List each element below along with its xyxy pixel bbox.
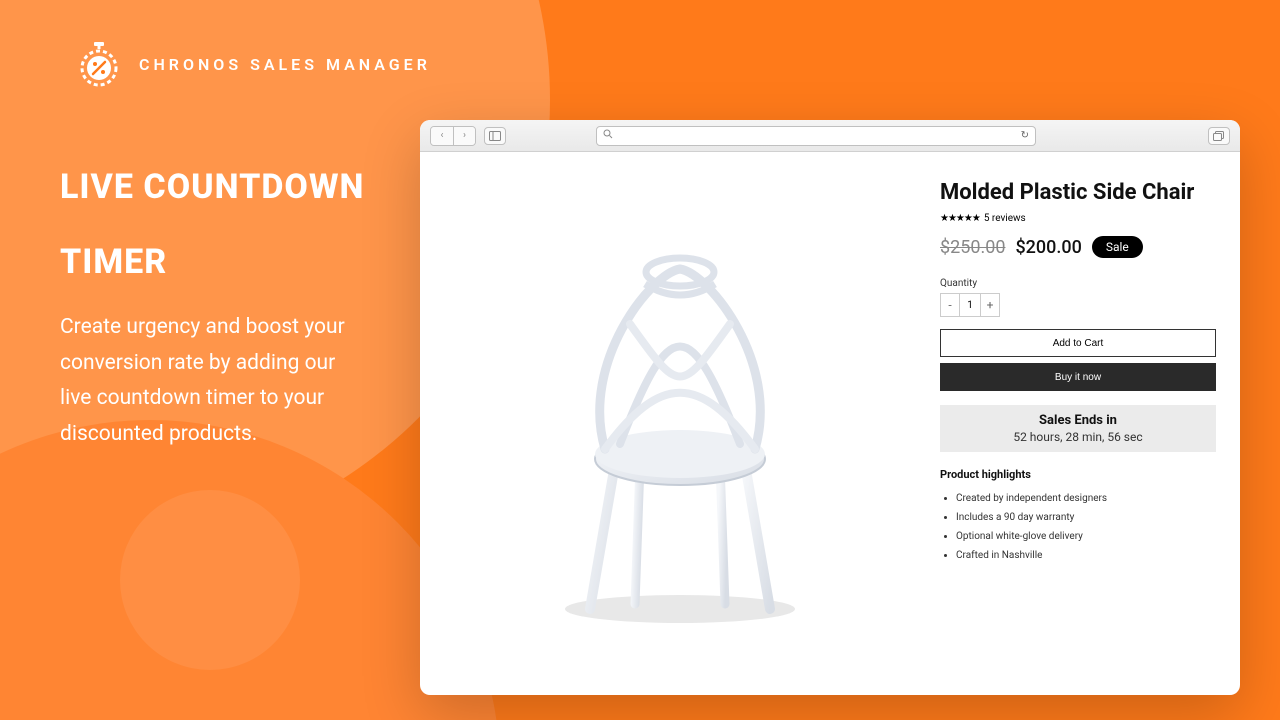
countdown-value: 52 hours, 28 min, 56 sec bbox=[948, 430, 1208, 444]
browser-toolbar: ‹ › ↻ bbox=[420, 120, 1240, 152]
product-image bbox=[420, 152, 940, 695]
forward-button[interactable]: › bbox=[453, 127, 475, 145]
address-input[interactable] bbox=[617, 130, 1013, 141]
sidebar-icon bbox=[489, 126, 501, 145]
new-price: $200.00 bbox=[1015, 237, 1081, 258]
list-item: Crafted in Nashville bbox=[956, 546, 1216, 565]
address-bar[interactable]: ↻ bbox=[596, 126, 1036, 146]
star-icons: ★★★★★ bbox=[940, 213, 980, 224]
reviews-count: 5 reviews bbox=[984, 213, 1026, 224]
price-row: $250.00 $200.00 Sale bbox=[940, 236, 1216, 258]
nav-button-group: ‹ › bbox=[430, 126, 476, 146]
chair-illustration bbox=[520, 214, 840, 634]
reviews-row[interactable]: ★★★★★ 5 reviews bbox=[940, 213, 1216, 224]
search-icon bbox=[603, 129, 613, 142]
sale-badge: Sale bbox=[1092, 236, 1143, 258]
countdown-title: Sales Ends in bbox=[948, 413, 1208, 428]
quantity-label: Quantity bbox=[940, 278, 1216, 289]
sidebar-toggle-button[interactable] bbox=[484, 127, 506, 145]
list-item: Created by independent designers bbox=[956, 489, 1216, 508]
refresh-button[interactable]: ↻ bbox=[1021, 130, 1029, 141]
subcopy: Create urgency and boost your conversion… bbox=[60, 310, 370, 453]
old-price: $250.00 bbox=[940, 237, 1005, 258]
highlights-list: Created by independent designers Include… bbox=[940, 489, 1216, 565]
brand-name: CHRONOS SALES MANAGER bbox=[139, 55, 431, 74]
back-button[interactable]: ‹ bbox=[431, 127, 453, 145]
quantity-value: 1 bbox=[959, 294, 981, 316]
product-page: Molded Plastic Side Chair ★★★★★ 5 review… bbox=[420, 152, 1240, 695]
headline-line-2: TIMER bbox=[60, 225, 364, 300]
product-info-panel: Molded Plastic Side Chair ★★★★★ 5 review… bbox=[940, 152, 1240, 695]
product-title: Molded Plastic Side Chair bbox=[940, 180, 1216, 205]
headline-line-1: LIVE COUNTDOWN bbox=[60, 150, 364, 225]
countdown-box: Sales Ends in 52 hours, 28 min, 56 sec bbox=[940, 405, 1216, 452]
quantity-increase-button[interactable]: + bbox=[981, 294, 999, 316]
browser-mock: ‹ › ↻ bbox=[420, 120, 1240, 695]
buy-now-button[interactable]: Buy it now bbox=[940, 363, 1216, 391]
headline: LIVE COUNTDOWN TIMER bbox=[60, 150, 364, 300]
chevron-left-icon: ‹ bbox=[440, 130, 443, 141]
stopwatch-percent-icon bbox=[75, 40, 123, 88]
tabs-icon bbox=[1213, 126, 1225, 145]
chevron-right-icon: › bbox=[463, 130, 466, 141]
brand-logo-row: CHRONOS SALES MANAGER bbox=[75, 40, 431, 88]
list-item: Optional white-glove delivery bbox=[956, 527, 1216, 546]
tabs-button[interactable] bbox=[1208, 127, 1230, 145]
highlights-title: Product highlights bbox=[940, 468, 1216, 481]
quantity-decrease-button[interactable]: - bbox=[941, 294, 959, 316]
list-item: Includes a 90 day warranty bbox=[956, 508, 1216, 527]
add-to-cart-button[interactable]: Add to Cart bbox=[940, 329, 1216, 357]
quantity-stepper: - 1 + bbox=[940, 293, 1000, 317]
